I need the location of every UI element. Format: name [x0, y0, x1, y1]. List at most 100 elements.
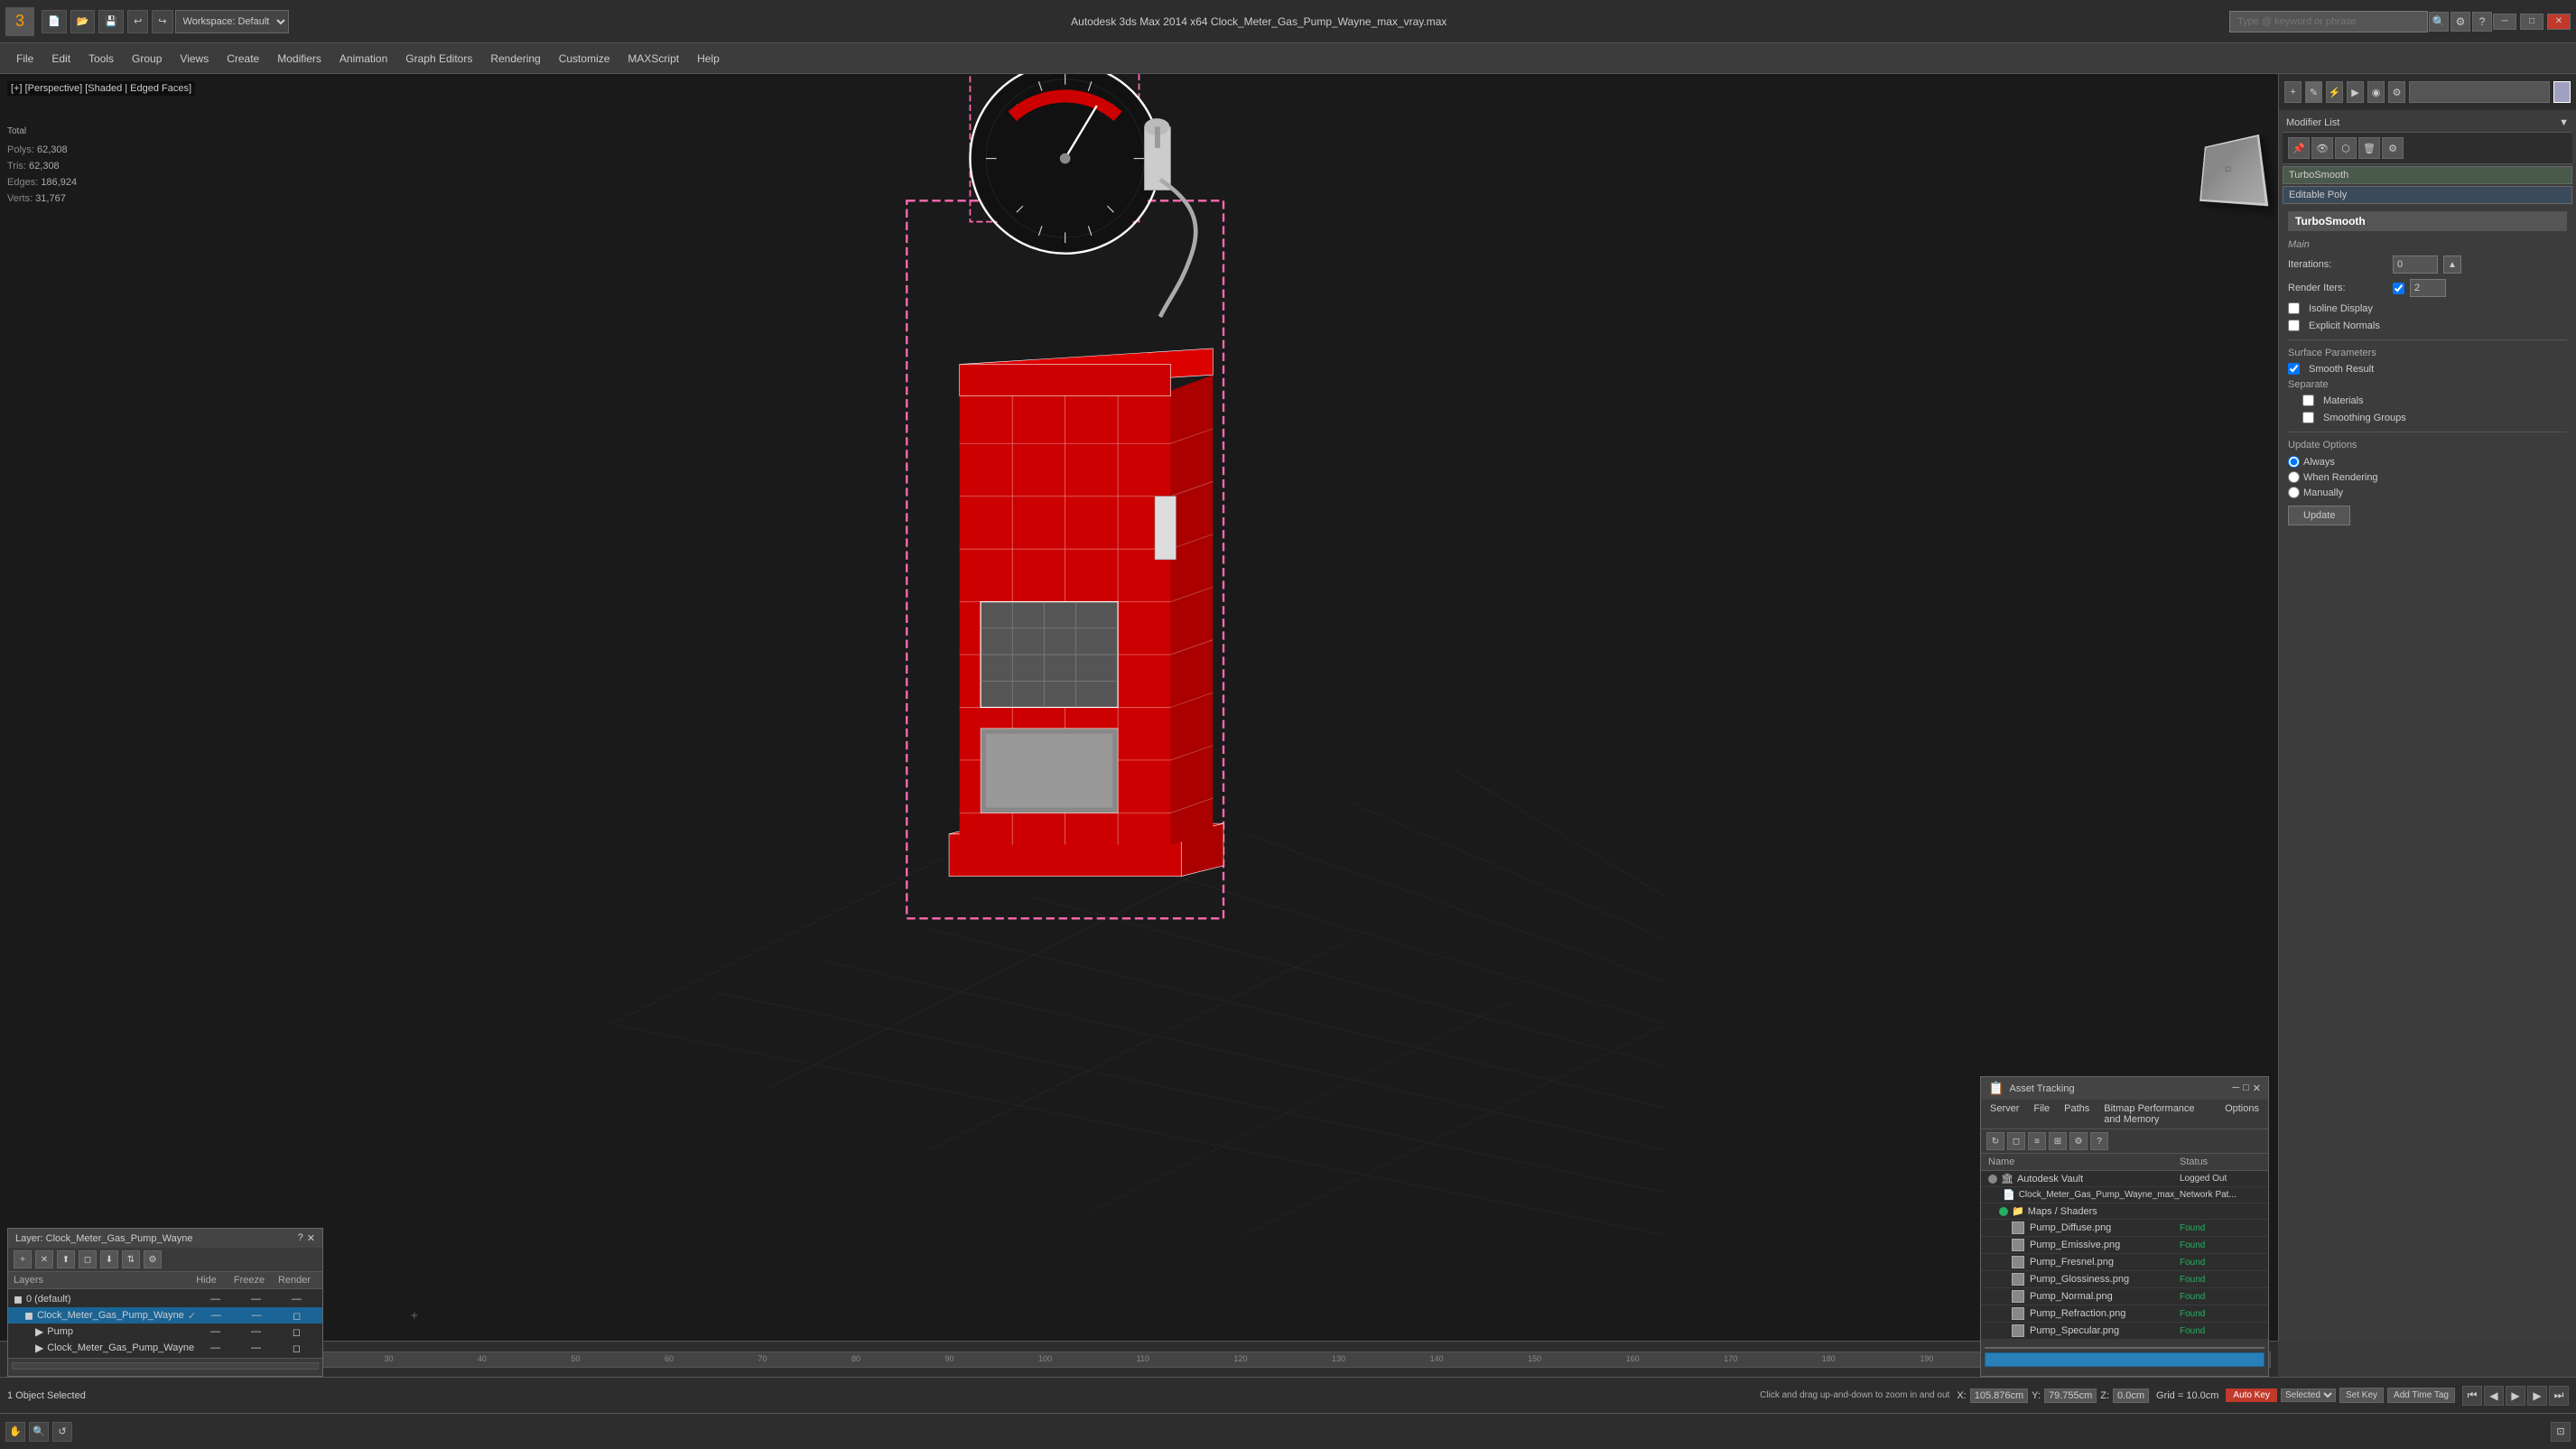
auto-key-button[interactable]: Auto Key: [2226, 1389, 2277, 1402]
menu-customize[interactable]: Customize: [550, 49, 619, 69]
menu-views[interactable]: Views: [171, 49, 218, 69]
search-input[interactable]: [2229, 11, 2428, 33]
lp-scrollbar[interactable]: [12, 1362, 319, 1370]
lp-settings-icon[interactable]: ⚙: [144, 1250, 162, 1268]
ts-smooth-result-check[interactable]: [2288, 363, 2300, 375]
remove-modifier-icon[interactable]: 🗑: [2358, 137, 2380, 159]
menu-rendering[interactable]: Rendering: [481, 49, 549, 69]
ap-grid-icon[interactable]: ⊞: [2049, 1132, 2067, 1150]
layer-row-2[interactable]: ▶ Pump — — ◻: [8, 1324, 322, 1340]
lp-merge-icon[interactable]: ⇅: [122, 1250, 140, 1268]
go-end-button[interactable]: ⏭: [2549, 1386, 2569, 1406]
configure-sets-icon[interactable]: ⚙: [2382, 137, 2404, 159]
ts-render-iters-input[interactable]: [2410, 279, 2446, 297]
rp-hierarchy-icon[interactable]: ⚡: [2326, 81, 2343, 103]
redo-button[interactable]: ↪: [152, 10, 172, 33]
open-button[interactable]: 📂: [70, 10, 96, 33]
ts-iterations-spinner[interactable]: ▲: [2443, 255, 2461, 274]
undo-button[interactable]: ↩: [127, 10, 148, 33]
ap-restore-btn[interactable]: □: [2243, 1082, 2249, 1094]
layer-row-3[interactable]: ▶ Clock_Meter_Gas_Pump_Wayne — — ◻: [8, 1340, 322, 1356]
rp-modify-icon[interactable]: ✎: [2305, 81, 2322, 103]
ap-row-normal[interactable]: Pump_Normal.png Found: [1981, 1288, 2268, 1305]
lp-select-objects-icon[interactable]: ⬇: [100, 1250, 118, 1268]
ts-isoline-check[interactable]: [2288, 302, 2300, 314]
ap-select-icon[interactable]: ◻: [2007, 1132, 2025, 1150]
modifier-turbosmooth[interactable]: TurboSmooth: [2283, 166, 2572, 184]
maximize-button[interactable]: □: [2520, 14, 2543, 30]
new-button[interactable]: 📄: [42, 10, 67, 33]
modifier-list-expand[interactable]: ▼: [2559, 117, 2569, 128]
ap-row-diffuse[interactable]: Pump_Diffuse.png Found: [1981, 1220, 2268, 1237]
object-name-input[interactable]: Pump: [2409, 81, 2550, 103]
rp-color-swatch[interactable]: [2553, 81, 2571, 103]
ap-row-emissive[interactable]: Pump_Emissive.png Found: [1981, 1237, 2268, 1254]
layer-row-1[interactable]: ◼ Clock_Meter_Gas_Pump_Wayne ✓ — — ◻: [8, 1307, 322, 1324]
ts-render-iters-check[interactable]: [2393, 283, 2404, 294]
menu-help[interactable]: Help: [688, 49, 729, 69]
menu-group[interactable]: Group: [123, 49, 171, 69]
modifier-editable-poly[interactable]: Editable Poly: [2283, 186, 2572, 204]
menu-modifiers[interactable]: Modifiers: [268, 49, 330, 69]
key-mode-select[interactable]: Selected: [2281, 1389, 2336, 1402]
go-start-button[interactable]: ⏮: [2462, 1386, 2482, 1406]
help-icon[interactable]: ?: [2472, 12, 2492, 32]
menu-maxscript[interactable]: MAXScript: [618, 49, 688, 69]
add-time-tag-button[interactable]: Add Time Tag: [2387, 1388, 2455, 1403]
lp-new-layer-icon[interactable]: +: [14, 1250, 32, 1268]
nav-orbit-icon[interactable]: ↺: [52, 1422, 72, 1442]
ts-update-button[interactable]: Update: [2288, 506, 2350, 525]
search-icon[interactable]: 🔍: [2429, 12, 2449, 32]
ap-menu-file[interactable]: File: [2028, 1101, 2055, 1127]
ts-smoothing-groups-check[interactable]: [2302, 412, 2314, 423]
minimize-button[interactable]: ─: [2493, 14, 2516, 30]
save-button[interactable]: 💾: [98, 10, 124, 33]
3d-viewport[interactable]: +: [0, 74, 2278, 1341]
make-unique-icon[interactable]: ⬡: [2335, 137, 2357, 159]
ap-row-glossiness[interactable]: Pump_Glossiness.png Found: [1981, 1271, 2268, 1288]
lp-minimize-btn[interactable]: ?: [298, 1232, 303, 1244]
ap-settings-icon[interactable]: ⚙: [2069, 1132, 2088, 1150]
menu-create[interactable]: Create: [218, 49, 268, 69]
set-key-button[interactable]: Set Key: [2339, 1388, 2384, 1403]
lp-delete-layer-icon[interactable]: ✕: [35, 1250, 53, 1268]
ap-row-refraction[interactable]: Pump_Refraction.png Found: [1981, 1305, 2268, 1323]
zoom-extents-icon[interactable]: ⊡: [2551, 1422, 2571, 1442]
orientation-cube[interactable]: □: [2197, 137, 2260, 200]
layer-row-0[interactable]: ◼ 0 (default) — — —: [8, 1291, 322, 1307]
ap-menu-paths[interactable]: Paths: [2059, 1101, 2095, 1127]
viewport[interactable]: [+] [Perspective] [Shaded | Edged Faces]…: [0, 74, 2278, 1341]
next-frame-button[interactable]: ▶: [2527, 1386, 2547, 1406]
ap-refresh-icon[interactable]: ↻: [1986, 1132, 2004, 1150]
ap-row-max-file[interactable]: 📄 Clock_Meter_Gas_Pump_Wayne_max_vray.ma…: [1981, 1187, 2268, 1203]
ts-materials-check[interactable]: [2302, 395, 2314, 406]
ap-row-vault[interactable]: 🏛 Autodesk Vault Logged Out: [1981, 1171, 2268, 1187]
ts-manually-radio[interactable]: [2288, 487, 2300, 498]
ap-menu-options[interactable]: Options: [2219, 1101, 2264, 1127]
ts-iterations-input[interactable]: [2393, 255, 2438, 274]
nav-zoom-icon[interactable]: 🔍: [29, 1422, 49, 1442]
timeline-bar[interactable]: 0102030405060708090100110120130140150160…: [65, 1351, 2271, 1368]
menu-tools[interactable]: Tools: [79, 49, 123, 69]
lp-add-selected-icon[interactable]: ⬆: [57, 1250, 75, 1268]
rp-utilities-icon[interactable]: ⚙: [2388, 81, 2405, 103]
ap-close-btn[interactable]: ✕: [2253, 1082, 2261, 1094]
ap-menu-bitmap[interactable]: Bitmap Performance and Memory: [2098, 1101, 2216, 1127]
play-button[interactable]: ▶: [2506, 1386, 2525, 1406]
rp-create-icon[interactable]: +: [2284, 81, 2302, 103]
rp-display-icon[interactable]: ◉: [2367, 81, 2385, 103]
menu-file[interactable]: File: [7, 49, 42, 69]
lp-close-btn[interactable]: ✕: [307, 1232, 315, 1244]
lp-select-layer-icon[interactable]: ◻: [79, 1250, 97, 1268]
ap-scrollbar[interactable]: [1985, 1347, 2264, 1349]
close-button[interactable]: ✕: [2547, 14, 2571, 30]
ap-help-icon[interactable]: ?: [2090, 1132, 2108, 1150]
menu-animation[interactable]: Animation: [330, 49, 396, 69]
menu-edit[interactable]: Edit: [42, 49, 79, 69]
ts-always-radio[interactable]: [2288, 456, 2300, 468]
ts-when-rendering-radio[interactable]: [2288, 471, 2300, 483]
ap-menu-server[interactable]: Server: [1985, 1101, 2024, 1127]
ap-row-maps[interactable]: 📁 Maps / Shaders: [1981, 1203, 2268, 1220]
nav-pan-icon[interactable]: ✋: [5, 1422, 25, 1442]
rp-motion-icon[interactable]: ▶: [2347, 81, 2364, 103]
